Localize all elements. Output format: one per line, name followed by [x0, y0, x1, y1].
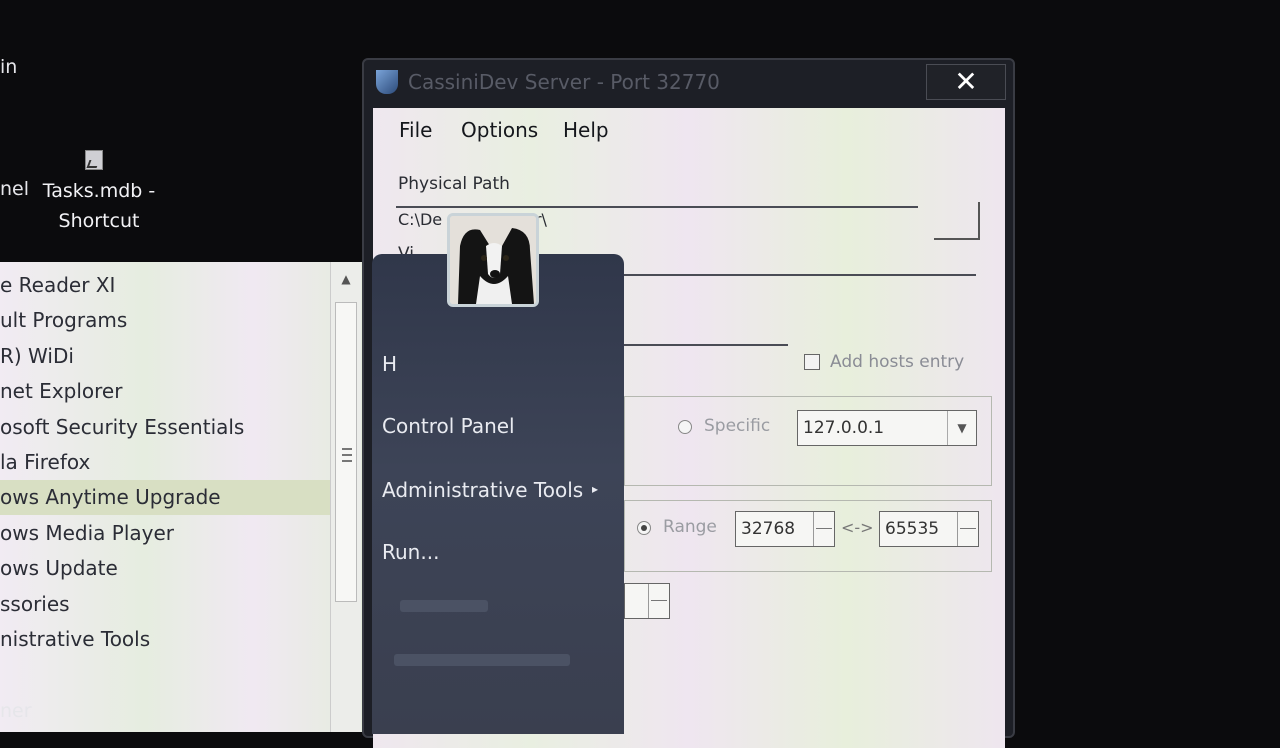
program-list-scrollbar[interactable]: ▲	[330, 262, 361, 732]
program-item[interactable]: e Reader XI	[0, 268, 330, 303]
program-item[interactable]: ows Anytime Upgrade	[0, 480, 330, 516]
desktop-label-fragment: ner	[0, 700, 32, 722]
scroll-up-icon[interactable]: ▲	[331, 272, 361, 286]
browse-button[interactable]	[934, 202, 980, 240]
desktop-label-fragment: in	[0, 56, 18, 78]
program-item[interactable]: ult Programs	[0, 303, 330, 338]
spinner-buttons[interactable]	[813, 512, 834, 546]
dog-avatar-image	[450, 216, 536, 304]
user-avatar[interactable]	[447, 213, 539, 307]
range-separator: <->	[841, 518, 874, 537]
grip-icon	[342, 448, 352, 462]
close-button[interactable]: ✕	[926, 64, 1006, 100]
add-hosts-checkbox[interactable]	[804, 354, 820, 370]
program-item[interactable]: R) WiDi	[0, 339, 330, 374]
ip-address-select[interactable]: 127.0.0.1 ▼	[797, 410, 977, 446]
run-item[interactable]: Run...	[382, 540, 439, 564]
scroll-thumb[interactable]	[335, 302, 357, 602]
hostname-field[interactable]	[624, 344, 788, 346]
program-item[interactable]: net Explorer	[0, 374, 330, 409]
shortcut-label-line: Shortcut	[58, 210, 140, 232]
range-to-value: 65535	[885, 519, 940, 539]
menu-file[interactable]: File	[399, 118, 432, 142]
program-item[interactable]: ows Media Player	[0, 516, 330, 551]
physical-path-underline	[396, 206, 918, 208]
range-radio[interactable]	[637, 521, 651, 535]
start-menu-right-pane: H Control Panel Administrative Tools ▸ R…	[372, 254, 624, 734]
specific-label: Specific	[704, 416, 771, 436]
shortcut-file-icon[interactable]	[85, 150, 103, 170]
specific-radio[interactable]	[678, 420, 692, 434]
ip-address-value: 127.0.0.1	[803, 418, 885, 438]
range-from-value: 32768	[741, 519, 796, 539]
menu-options[interactable]: Options	[461, 118, 538, 142]
desktop-label-fragment: nel	[0, 178, 30, 200]
range-from-spinner[interactable]: 32768	[735, 511, 835, 547]
all-programs-pane: e Reader XI ult Programs R) WiDi net Explor…	[0, 262, 362, 732]
app-shield-icon	[376, 70, 398, 94]
submenu-arrow-icon: ▸	[592, 482, 599, 496]
spinner-buttons[interactable]	[957, 512, 978, 546]
program-item[interactable]: ows Update	[0, 551, 330, 586]
administrative-tools-item[interactable]: Administrative Tools	[382, 478, 583, 502]
menu-help[interactable]: Help	[563, 118, 609, 142]
range-label: Range	[663, 517, 717, 537]
program-item[interactable]: osoft Security Essentials	[0, 410, 330, 445]
shutdown-button[interactable]	[400, 600, 488, 612]
physical-path-label: Physical Path	[398, 174, 510, 194]
timeout-spinner[interactable]	[624, 583, 670, 619]
control-panel-item[interactable]: Control Panel	[382, 414, 515, 438]
chevron-down-icon[interactable]: ▼	[947, 411, 976, 445]
window-title: CassiniDev Server - Port 32770	[408, 70, 720, 94]
program-item[interactable]: ssories	[0, 587, 330, 622]
user-folder-item[interactable]: H	[382, 352, 397, 376]
search-box[interactable]	[394, 654, 570, 666]
spinner-buttons[interactable]	[648, 584, 669, 618]
range-to-spinner[interactable]: 65535	[879, 511, 979, 547]
program-item[interactable]: nistrative Tools	[0, 622, 330, 657]
program-item[interactable]: la Firefox	[0, 445, 330, 480]
add-hosts-label: Add hosts entry	[830, 352, 965, 372]
shortcut-label-line: Tasks.mdb -	[42, 180, 156, 202]
desktop-shortcut-tasks[interactable]: Tasks.mdb - Shortcut	[36, 176, 162, 236]
